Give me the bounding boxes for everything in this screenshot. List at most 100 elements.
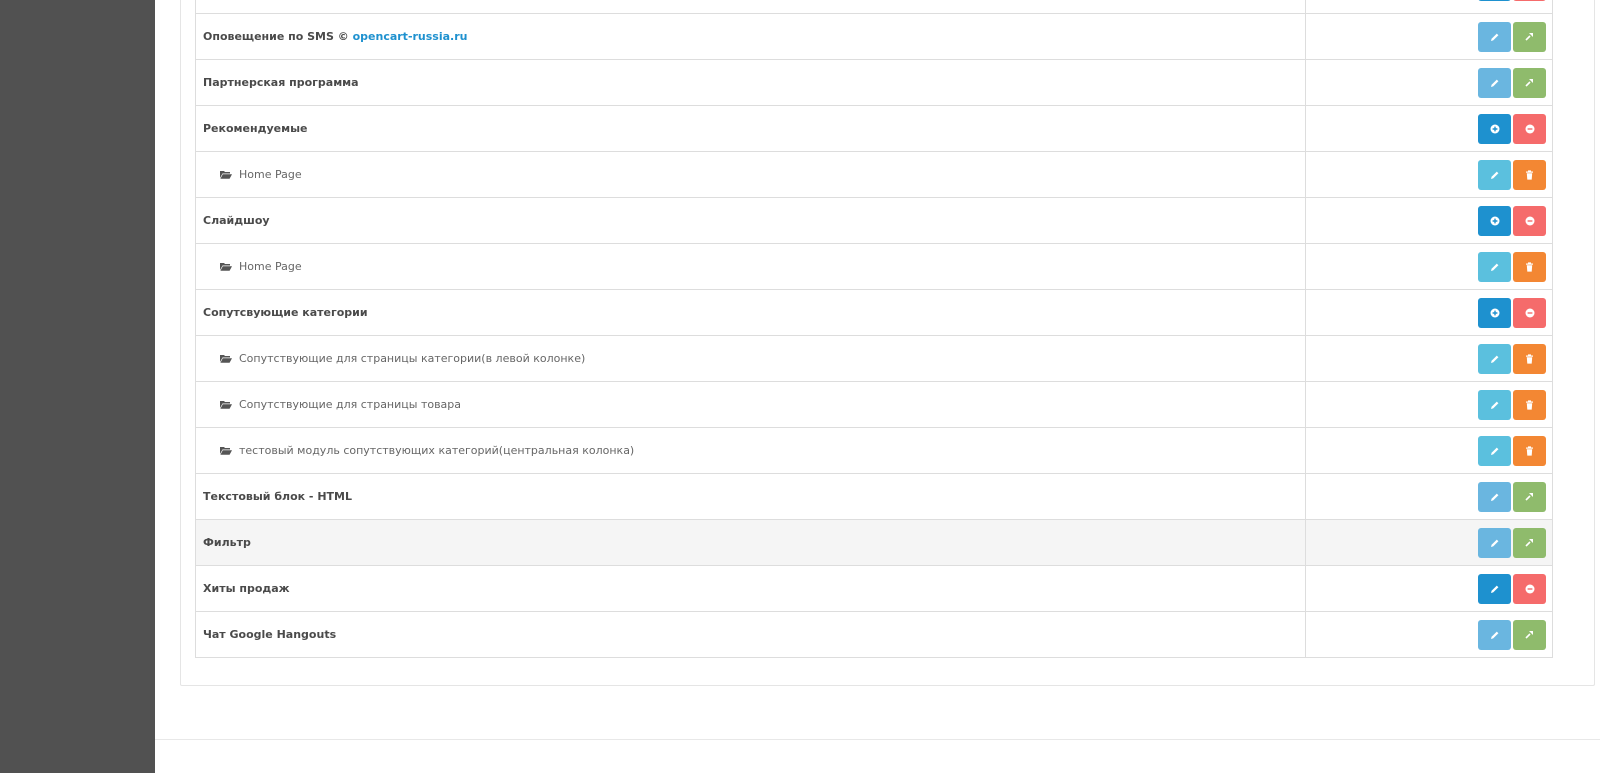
- install-button[interactable]: [1513, 67, 1546, 98]
- install-button[interactable]: [1513, 481, 1546, 512]
- actions-cell: [1306, 290, 1552, 335]
- table-row: Сопутствующие для страницы товара: [196, 382, 1552, 428]
- module-name: Чат Google Hangouts: [203, 628, 337, 641]
- minus-circle-icon: [1525, 216, 1535, 226]
- delete-button[interactable]: [1513, 435, 1546, 466]
- uninstall-button[interactable]: [1513, 205, 1546, 236]
- table-row: Фильтр: [196, 520, 1552, 566]
- footer-divider: [155, 739, 1600, 740]
- table-row: Хиты продаж: [196, 566, 1552, 612]
- module-name-cell: Партнерская программа: [196, 60, 1306, 105]
- table-row: тестовый модуль сопутствующих категорий(…: [196, 428, 1552, 474]
- module-vendor-link[interactable]: opencart-russia.ru: [353, 30, 468, 43]
- edit-button[interactable]: [1478, 573, 1511, 604]
- edit-button[interactable]: [1478, 527, 1511, 558]
- uninstall-button[interactable]: [1513, 297, 1546, 328]
- add-button[interactable]: [1478, 0, 1511, 1]
- install-button[interactable]: [1513, 619, 1546, 650]
- delete-button[interactable]: [1513, 251, 1546, 282]
- uninstall-button[interactable]: [1513, 0, 1546, 1]
- minus-circle-icon: [1525, 584, 1535, 594]
- actions-cell: [1306, 612, 1552, 657]
- module-name-cell: Оповещение по SMS © opencart-russia.ru: [196, 14, 1306, 59]
- table-row: Чат Google Hangouts: [196, 612, 1552, 658]
- add-button[interactable]: [1478, 205, 1511, 236]
- module-name: Сопутсвующие категории: [203, 306, 368, 319]
- minus-circle-icon: [1525, 308, 1535, 318]
- modules-panel: Оповещение по SMS © opencart-russia.ru Па…: [180, 0, 1595, 686]
- table-row: Home Page: [196, 152, 1552, 198]
- delete-button[interactable]: [1513, 159, 1546, 190]
- table-row: Рекомендуемые: [196, 106, 1552, 152]
- install-button[interactable]: [1513, 21, 1546, 52]
- module-name: Оповещение по SMS © opencart-russia.ru: [203, 30, 468, 43]
- minus-circle-icon: [1525, 124, 1535, 134]
- actions-cell: [1306, 474, 1552, 519]
- table-row: Сопутствующие для страницы категории(в л…: [196, 336, 1552, 382]
- module-name: Текстовый блок - HTML: [203, 490, 352, 503]
- module-instance: Сопутствующие для страницы товара: [203, 398, 461, 411]
- edit-button[interactable]: [1478, 159, 1511, 190]
- folder-open-icon: [220, 400, 232, 409]
- module-name-cell: Слайдшоу: [196, 198, 1306, 243]
- module-name-cell: Home Page: [196, 244, 1306, 289]
- folder-open-icon: [220, 262, 232, 271]
- edit-button[interactable]: [1478, 67, 1511, 98]
- module-instance-name: Сопутствующие для страницы категории(в л…: [239, 352, 586, 365]
- module-name: Партнерская программа: [203, 76, 359, 89]
- plug-icon: [1524, 31, 1535, 42]
- pencil-icon: [1490, 170, 1500, 180]
- pencil-icon: [1490, 78, 1500, 88]
- table-row-partial: [196, 0, 1552, 14]
- pencil-icon: [1490, 400, 1500, 410]
- module-instance: тестовый модуль сопутствующих категорий(…: [203, 444, 634, 457]
- table-row: Партнерская программа: [196, 60, 1552, 106]
- plug-icon: [1524, 629, 1535, 640]
- module-name-cell: Чат Google Hangouts: [196, 612, 1306, 657]
- pencil-icon: [1490, 584, 1500, 594]
- module-instance-name: тестовый модуль сопутствующих категорий(…: [239, 444, 635, 457]
- actions-cell: [1306, 244, 1552, 289]
- delete-button[interactable]: [1513, 389, 1546, 420]
- module-instance-name: Сопутствующие для страницы товара: [239, 398, 462, 411]
- actions-cell: [1306, 14, 1552, 59]
- add-button[interactable]: [1478, 113, 1511, 144]
- trash-icon: [1525, 353, 1534, 364]
- module-instance-name: Home Page: [239, 168, 302, 181]
- uninstall-button[interactable]: [1513, 573, 1546, 604]
- table-row: Home Page: [196, 244, 1552, 290]
- pencil-icon: [1490, 446, 1500, 456]
- edit-button[interactable]: [1478, 21, 1511, 52]
- module-name: Фильтр: [203, 536, 251, 549]
- module-name-cell: Хиты продаж: [196, 566, 1306, 611]
- trash-icon: [1525, 169, 1534, 180]
- install-button[interactable]: [1513, 527, 1546, 558]
- edit-button[interactable]: [1478, 481, 1511, 512]
- module-name-cell: тестовый модуль сопутствующих категорий(…: [196, 428, 1306, 473]
- plus-circle-icon: [1490, 308, 1500, 318]
- edit-button[interactable]: [1478, 251, 1511, 282]
- actions-cell: [1306, 428, 1552, 473]
- table-row: Слайдшоу: [196, 198, 1552, 244]
- main-content: Оповещение по SMS © opencart-russia.ru Па…: [155, 0, 1600, 773]
- edit-button[interactable]: [1478, 389, 1511, 420]
- delete-button[interactable]: [1513, 343, 1546, 374]
- module-name-cell: Текстовый блок - HTML: [196, 474, 1306, 519]
- folder-open-icon: [220, 446, 232, 455]
- table-row: Текстовый блок - HTML: [196, 474, 1552, 520]
- actions-cell: [1306, 520, 1552, 565]
- uninstall-button[interactable]: [1513, 113, 1546, 144]
- actions-cell: [1306, 566, 1552, 611]
- module-name-cell: Сопутствующие для страницы категории(в л…: [196, 336, 1306, 381]
- module-name-cell: Фильтр: [196, 520, 1306, 565]
- table-row: Сопутсвующие категории: [196, 290, 1552, 336]
- edit-button[interactable]: [1478, 435, 1511, 466]
- edit-button[interactable]: [1478, 343, 1511, 374]
- module-name-cell: Рекомендуемые: [196, 106, 1306, 151]
- folder-open-icon: [220, 170, 232, 179]
- actions-cell: [1306, 106, 1552, 151]
- module-instance-name: Home Page: [239, 260, 302, 273]
- edit-button[interactable]: [1478, 619, 1511, 650]
- module-name-cell: Сопутствующие для страницы товара: [196, 382, 1306, 427]
- add-button[interactable]: [1478, 297, 1511, 328]
